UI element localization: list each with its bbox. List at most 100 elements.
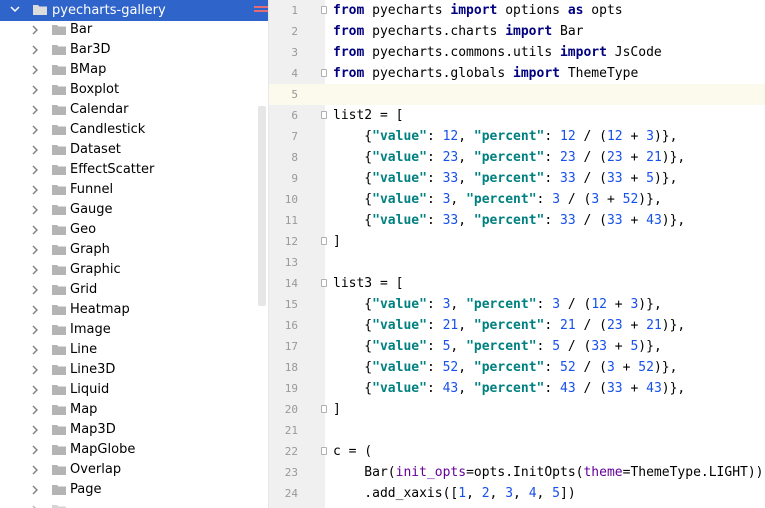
chevron-right-icon[interactable] <box>30 225 40 235</box>
fold-marker-icon[interactable] <box>321 279 327 287</box>
tree-item-gauge[interactable]: Gauge <box>0 200 268 220</box>
code-lines[interactable]: 1 from pyecharts import options as opts 2 f… <box>269 0 765 508</box>
fold-marker-icon[interactable] <box>321 237 327 245</box>
fold-marker-icon[interactable] <box>321 111 327 119</box>
tree-item-line[interactable]: Line <box>0 340 268 360</box>
tree-item-calendar[interactable]: Calendar <box>0 100 268 120</box>
tree-item-graph[interactable]: Graph <box>0 240 268 260</box>
chevron-right-icon[interactable] <box>30 25 40 35</box>
code-line[interactable]: 6 list2 = [ <box>269 105 765 126</box>
tree-item-effectscatter[interactable]: EffectScatter <box>0 160 268 180</box>
chevron-right-icon[interactable] <box>30 325 40 335</box>
chevron-right-icon[interactable] <box>30 265 40 275</box>
code-line[interactable]: 8 {"value": 23, "percent": 23 / (23 + 21… <box>269 147 765 168</box>
chevron-right-icon[interactable] <box>30 165 40 175</box>
code-line[interactable]: 7 {"value": 12, "percent": 12 / (12 + 3)… <box>269 126 765 147</box>
code-line[interactable]: 22 c = ( <box>269 441 765 462</box>
tree-item-candlestick[interactable]: Candlestick <box>0 120 268 140</box>
folder-icon <box>52 265 66 275</box>
chevron-right-icon[interactable] <box>30 405 40 415</box>
code-token: "value" <box>372 150 427 165</box>
code-line[interactable]: 19 {"value": 43, "percent": 43 / (33 + 4… <box>269 378 765 399</box>
chevron-right-icon[interactable] <box>30 205 40 215</box>
fold-marker-icon[interactable] <box>321 405 327 413</box>
tree-item-liquid[interactable]: Liquid <box>0 380 268 400</box>
code-line[interactable]: 4 from pyecharts.globals import ThemeType <box>269 63 765 84</box>
code-line[interactable]: 12] <box>269 231 765 252</box>
code-token: 52 <box>622 192 639 207</box>
tree-item-mapglobe[interactable]: MapGlobe <box>0 440 268 460</box>
code-line[interactable]: 5 <box>269 84 765 105</box>
chevron-right-icon[interactable] <box>30 285 40 295</box>
chevron-right-icon[interactable] <box>30 365 40 375</box>
chevron-right-icon[interactable] <box>30 465 40 475</box>
fold-marker-icon[interactable] <box>321 6 327 14</box>
code-token: options <box>497 3 568 18</box>
chevron-right-icon[interactable] <box>30 45 40 55</box>
chevron-right-icon[interactable] <box>30 385 40 395</box>
code-line[interactable]: 11 {"value": 33, "percent": 33 / (33 + 4… <box>269 210 765 231</box>
chevron-right-icon[interactable] <box>30 485 40 495</box>
tree-item-overlap[interactable]: Overlap <box>0 460 268 480</box>
code-line[interactable]: 20] <box>269 399 765 420</box>
tree-item-funnel[interactable]: Funnel <box>0 180 268 200</box>
code-line[interactable]: 16 {"value": 21, "percent": 21 / (23 + 2… <box>269 315 765 336</box>
tree-item-boxplot[interactable]: Boxplot <box>0 80 268 100</box>
code-line[interactable]: 21 <box>269 420 765 441</box>
code-token: "percent" <box>466 339 537 354</box>
code-token: + <box>606 339 631 354</box>
tree-item-grid[interactable]: Grid <box>0 280 268 300</box>
code-token: : <box>544 213 561 228</box>
chevron-right-icon[interactable] <box>30 65 40 75</box>
code-line[interactable]: 3 from pyecharts.commons.utils import JsC… <box>269 42 765 63</box>
code-text: {"value": 43, "percent": 43 / (33 + 43)}… <box>333 378 685 399</box>
code-line[interactable]: 13 <box>269 252 765 273</box>
chevron-right-icon[interactable] <box>30 245 40 255</box>
code-line[interactable]: 9 {"value": 33, "percent": 33 / (33 + 5)… <box>269 168 765 189</box>
chevron-right-icon[interactable] <box>30 105 40 115</box>
code-line[interactable]: 1 from pyecharts import options as opts <box>269 0 765 21</box>
chevron-right-icon[interactable] <box>30 185 40 195</box>
tree-item-bar[interactable]: Bar <box>0 20 268 40</box>
code-editor[interactable]: 1 from pyecharts import options as opts 2 f… <box>268 0 765 508</box>
code-token: / ( <box>560 192 592 207</box>
code-text: Bar(init_opts=opts.InitOpts(theme=ThemeT… <box>333 462 763 483</box>
code-line[interactable]: 15 {"value": 3, "percent": 3 / (12 + 3)}… <box>269 294 765 315</box>
tree-item-image[interactable]: Image <box>0 320 268 340</box>
tree-item-graphic[interactable]: Graphic <box>0 260 268 280</box>
chevron-right-icon[interactable] <box>30 145 40 155</box>
code-line[interactable]: 24 .add_xaxis([1, 2, 3, 4, 5]) <box>269 483 765 504</box>
tree-item-map[interactable]: Map <box>0 400 268 420</box>
line-number: 20 <box>284 403 298 416</box>
code-line[interactable]: 17 {"value": 5, "percent": 5 / (33 + 5)}… <box>269 336 765 357</box>
line-number: 10 <box>284 193 298 206</box>
code-token: , <box>450 297 467 312</box>
code-token: , <box>536 486 553 501</box>
code-line[interactable]: 18 {"value": 52, "percent": 52 / (3 + 52… <box>269 357 765 378</box>
tree-item-map3d[interactable]: Map3D <box>0 420 268 440</box>
code-token: : <box>544 360 561 375</box>
code-line[interactable]: 14 list3 = [ <box>269 273 765 294</box>
tree-item-bar3d[interactable]: Bar3D <box>0 40 268 60</box>
chevron-right-icon[interactable] <box>30 305 40 315</box>
fold-marker-icon[interactable] <box>321 447 327 455</box>
chevron-right-icon[interactable] <box>30 85 40 95</box>
chevron-right-icon[interactable] <box>30 345 40 355</box>
tree-item-parallel[interactable]: Parallel <box>0 500 268 508</box>
tree-scrollbar[interactable] <box>258 106 266 306</box>
code-line[interactable]: 10 {"value": 3, "percent": 3 / (3 + 52)}… <box>269 189 765 210</box>
tree-item-geo[interactable]: Geo <box>0 220 268 240</box>
tree-item-bmap[interactable]: BMap <box>0 60 268 80</box>
tree-item-heatmap[interactable]: Heatmap <box>0 300 268 320</box>
code-line[interactable]: 23 Bar(init_opts=opts.InitOpts(theme=The… <box>269 462 765 483</box>
tree-item-page[interactable]: Page <box>0 480 268 500</box>
chevron-down-icon[interactable] <box>9 3 21 15</box>
tree-root-pyecharts-gallery[interactable]: pyecharts-gallery <box>0 0 268 21</box>
chevron-right-icon[interactable] <box>30 445 40 455</box>
chevron-right-icon[interactable] <box>30 425 40 435</box>
chevron-right-icon[interactable] <box>30 125 40 135</box>
code-line[interactable]: 2 from pyecharts.charts import Bar <box>269 21 765 42</box>
tree-item-dataset[interactable]: Dataset <box>0 140 268 160</box>
tree-item-line3d[interactable]: Line3D <box>0 360 268 380</box>
fold-marker-icon[interactable] <box>321 69 327 77</box>
